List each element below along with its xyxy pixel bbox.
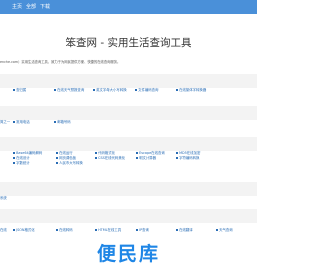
tool-row-2: 简之一 常用电话 邮箱号码 <box>0 120 257 130</box>
nav-home[interactable]: 主页 <box>12 3 22 11</box>
bullet-icon <box>13 121 15 123</box>
top-nav-bar: 主页 全部 下载 <box>0 0 257 14</box>
bullet-icon <box>176 229 178 231</box>
bullet-icon <box>135 89 137 91</box>
tool-link[interactable]: HTML在线工具 <box>95 228 121 233</box>
tool-column: Escape在线查询 明文计算器 <box>136 151 165 161</box>
bullet-icon <box>176 89 178 91</box>
section-header-band <box>0 137 257 151</box>
tool-link[interactable]: 查归属 <box>13 88 26 93</box>
bullet-icon <box>56 152 58 154</box>
tool-link[interactable]: 在线繁体字转换器 <box>176 88 206 93</box>
bullet-icon <box>56 162 58 164</box>
bullet-icon <box>54 121 56 123</box>
bullet-icon <box>176 157 178 159</box>
bullet-icon <box>13 229 15 231</box>
bullet-icon <box>56 229 58 231</box>
bullet-icon <box>13 157 15 159</box>
bullet-icon <box>136 152 138 154</box>
bullet-icon <box>216 229 218 231</box>
tool-column: 在线运行 网页调色板 人民币大写转换 <box>56 151 83 166</box>
nav-download[interactable]: 下载 <box>40 3 50 11</box>
tool-link[interactable]: 人民币大写转换 <box>56 161 83 166</box>
bullet-icon <box>176 152 178 154</box>
tool-link[interactable]: 明文计算器 <box>136 156 165 161</box>
bullet-icon <box>93 89 95 91</box>
bullet-icon <box>54 89 56 91</box>
brand-logo: 便民库 <box>96 243 160 265</box>
section-header-band <box>0 209 257 223</box>
section-header-band <box>0 74 257 88</box>
tool-link[interactable]: JSON格式化 <box>13 228 35 233</box>
tool-link[interactable]: 字数统计 <box>13 161 42 166</box>
tool-link[interactable]: 在线天气预报查询 <box>54 88 84 93</box>
bullet-icon <box>136 229 138 231</box>
tool-link[interactable]: 字符编码转换 <box>176 156 200 161</box>
bullet-icon <box>13 162 15 164</box>
tool-link[interactable]: CSS在线代码美化 <box>95 156 125 161</box>
tool-row-1: 查归属 在线天气预报查询 英文字母大小写转换 文件编码查询 在线繁体字转换器 <box>0 88 257 98</box>
tool-row-5: 在线 JSON格式化 在线转码 HTML在线工具 IP查询 在线翻译 天气查询 <box>0 228 257 236</box>
tool-link[interactable]: 英文字母大小写转换 <box>93 88 127 93</box>
bullet-icon <box>95 229 97 231</box>
tool-link[interactable]: 天气查询 <box>216 228 233 233</box>
tool-link[interactable]: 在线 <box>0 228 7 233</box>
bullet-icon <box>56 157 58 159</box>
tool-link[interactable]: 系统 <box>0 196 7 201</box>
tool-link[interactable]: 邮箱号码 <box>54 120 71 125</box>
section-header-band <box>0 106 257 120</box>
tool-column: 代码格式化 CSS在线代码美化 <box>95 151 125 161</box>
tool-link[interactable]: 在线翻译 <box>176 228 193 233</box>
bullet-icon <box>95 157 97 159</box>
nav-all[interactable]: 全部 <box>26 3 36 11</box>
tool-link[interactable]: 常用电话 <box>13 120 30 125</box>
tool-link[interactable]: IP查询 <box>136 228 149 233</box>
tool-row-4: 系统 <box>0 196 257 204</box>
bullet-icon <box>95 152 97 154</box>
site-intro: enche.com）实用生活查询工具，致力于为网民提供方便、快捷的在线查询服务。 <box>0 60 121 64</box>
tool-row-3: Base64编码解码 在线设计 字数统计 在线运行 网页调色板 人民币大写转换 … <box>0 151 257 175</box>
bullet-icon <box>13 89 15 91</box>
tool-link[interactable]: 在线转码 <box>56 228 73 233</box>
site-title: 笨查网 - 实用生活查询工具 <box>65 37 192 49</box>
bullet-icon <box>136 157 138 159</box>
tool-link[interactable]: 文件编码查询 <box>135 88 158 93</box>
tool-column: Base64编码解码 在线设计 字数统计 <box>13 151 42 166</box>
section-header-band <box>0 182 257 196</box>
tool-column: MD5在线加密 字符编码转换 <box>176 151 200 161</box>
tool-link[interactable]: 简之一 <box>0 120 10 125</box>
bullet-icon <box>13 152 15 154</box>
